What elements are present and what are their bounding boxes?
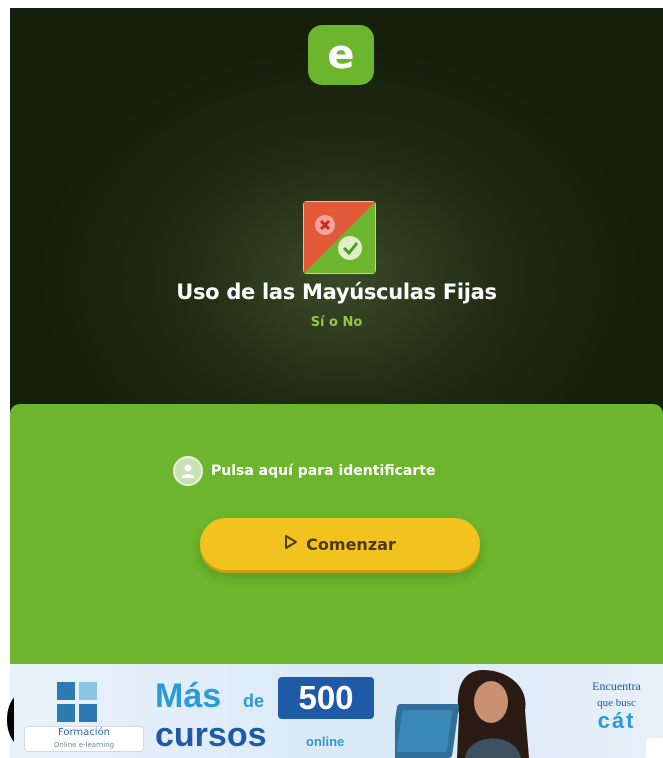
ad-brand-sub: Online e-learning [53, 741, 115, 749]
ad-brand-name: Formación [57, 727, 111, 738]
ad-info-button[interactable] [646, 738, 663, 758]
app-frame: e Uso de las Mayúsculas Fijas Sí o No Pu… [10, 8, 663, 758]
activity-header: e Uso de las Mayúsculas Fijas Sí o No [10, 8, 663, 412]
identify-label: Pulsa aquí para identificarte [211, 463, 436, 479]
ad-person-image [390, 664, 570, 758]
cross-and-check-icon [303, 201, 376, 274]
left-bracket-glyph: ( [0, 676, 14, 758]
brand-logo-icon [57, 682, 97, 722]
ad-number-badge: 500 [278, 677, 374, 719]
ad-right-line3: cát [597, 708, 636, 733]
ad-de-text: de [243, 691, 265, 711]
activity-title: Uso de las Mayúsculas Fijas [176, 280, 497, 304]
ad-online-text: online [306, 734, 345, 749]
ad-cursos-text: cursos [155, 716, 267, 754]
ad-right-line1: Encuentra [592, 679, 641, 693]
app-logo[interactable]: e [308, 25, 374, 85]
activity-subtitle: Sí o No [310, 315, 363, 330]
ad-brand-label: Formación Online e-learning [24, 726, 144, 752]
play-outline-icon [284, 534, 298, 554]
start-button[interactable]: Comenzar [200, 518, 480, 570]
ad-banner[interactable]: Formación Online e-learning Más de 500 c… [10, 664, 663, 758]
identify-link[interactable]: Pulsa aquí para identificarte [173, 455, 435, 487]
user-circle-icon [173, 456, 203, 486]
ad-mas-text: Más [155, 677, 222, 715]
start-button-label: Comenzar [306, 534, 396, 554]
ad-right-text: Encuentra que busc cát [570, 678, 663, 733]
